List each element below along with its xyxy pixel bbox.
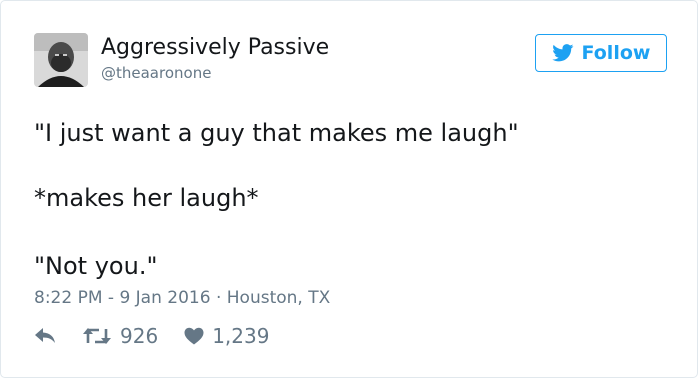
heart-icon [184, 327, 204, 345]
avatar[interactable] [34, 33, 88, 87]
tweet-location[interactable]: Houston, TX [227, 288, 331, 308]
tweet-timestamp[interactable]: 8:22 PM - 9 Jan 2016 [34, 288, 211, 308]
retweet-icon [82, 326, 112, 346]
meta-separator: · [210, 288, 227, 308]
retweet-button[interactable]: 926 [82, 323, 158, 349]
tweet-card: Aggressively Passive @theaaronone Follow… [0, 0, 698, 378]
tweet-text-line-3: "Not you." [34, 252, 158, 280]
follow-button[interactable]: Follow [535, 34, 667, 72]
user-handle[interactable]: @theaaronone [101, 64, 211, 82]
reply-button[interactable] [34, 326, 58, 346]
tweet-text-line-1: "I just want a guy that makes me laugh" [34, 119, 519, 147]
reply-icon [34, 326, 58, 346]
like-count: 1,239 [212, 324, 270, 348]
twitter-bird-icon [551, 44, 574, 62]
retweet-count: 926 [120, 324, 159, 348]
like-button[interactable]: 1,239 [184, 323, 269, 349]
follow-label: Follow [581, 42, 651, 64]
display-name[interactable]: Aggressively Passive [101, 35, 329, 61]
tweet-actions: 926 1,239 [34, 323, 269, 349]
tweet-text-line-2: *makes her laugh* [34, 184, 259, 212]
tweet-meta: 8:22 PM - 9 Jan 2016 · Houston, TX [34, 287, 330, 309]
